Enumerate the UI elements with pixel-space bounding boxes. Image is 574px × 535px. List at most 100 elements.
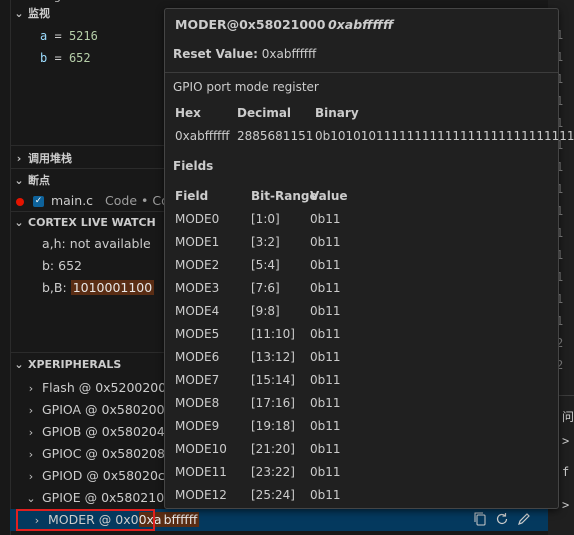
hover-range-col: Bit-Range	[251, 189, 318, 203]
section-divider	[10, 352, 165, 353]
chevron-right-icon: ›	[28, 382, 34, 395]
terminal-text: f	[562, 465, 570, 479]
hover-field-field: MODE4	[175, 304, 220, 318]
hover-field-range: [21:20]	[251, 442, 295, 456]
breakpoint-item[interactable]: ✓ main.c Code • Cor	[16, 190, 174, 212]
live-watch-item[interactable]: b,B: 1010001100	[42, 277, 155, 299]
hover-field-value: 0b11	[310, 235, 341, 249]
hover-col-decimal: Decimal	[237, 106, 292, 120]
hover-field-field: MODE2	[175, 258, 220, 272]
breakpoint-file: main.c	[50, 193, 94, 208]
watch-item-b[interactable]: b = 652	[40, 47, 91, 69]
chevron-right-icon: ›	[16, 151, 22, 165]
peripheral-item-gpioa[interactable]: › GPIOA @ 0x5802000	[24, 399, 173, 421]
live-watch-item[interactable]: a,h: not available	[42, 233, 151, 255]
hover-reset-value: Reset Value: 0xabffffff	[173, 47, 317, 61]
hover-field-value: 0b11	[310, 258, 341, 272]
hover-col-hex: Hex	[175, 106, 201, 120]
hover-field-field: MODE9	[175, 419, 220, 433]
chevron-right-icon: ›	[28, 448, 34, 461]
watch-item-a[interactable]: a = 5216	[40, 25, 98, 47]
annotation-highlight-box	[16, 509, 155, 531]
chevron-down-icon: ⌄	[14, 6, 24, 20]
section-divider	[10, 211, 165, 212]
edit-icon[interactable]	[516, 511, 532, 527]
live-watch-item[interactable]: b: 652	[42, 255, 82, 277]
chevron-down-icon: ⌄	[14, 173, 24, 187]
chevron-right-icon: ›	[28, 426, 34, 439]
hover-field-value: 0b11	[310, 488, 341, 502]
peripheral-item-gpioe[interactable]: ⌄ GPIOE @ 0x5802100	[24, 487, 172, 509]
hover-field-range: [19:18]	[251, 419, 295, 433]
hover-field-value: 0b11	[310, 396, 341, 410]
peripheral-item-gpioc[interactable]: › GPIOC @ 0x5802080	[24, 443, 173, 465]
hover-val-hex: 0xabffffff	[175, 129, 230, 143]
peripheral-item-flash[interactable]: › Flash @ 0x52002000	[24, 377, 174, 399]
register-hover-tooltip: MODER@0x58021000 0xabffffff Reset Value:…	[164, 8, 574, 509]
hover-field-value: 0b11	[310, 442, 341, 456]
hover-field-value: 0b11	[310, 419, 341, 433]
xperipherals-section-header[interactable]: ⌄ XPERIPHERALS	[10, 358, 121, 371]
peripheral-item-gpiob[interactable]: › GPIOB @ 0x5802040	[24, 421, 173, 443]
hover-register-name: MODER@0x58021000	[175, 17, 326, 32]
terminal-text: >	[562, 498, 570, 512]
watch-section-header[interactable]: ⌄ 监视	[10, 5, 50, 21]
activity-edge	[0, 0, 11, 535]
hover-field-range: [5:4]	[251, 258, 280, 272]
hover-field-field: MODE8	[175, 396, 220, 410]
hover-col-binary: Binary	[315, 106, 359, 120]
hover-val-decimal: 2885681151	[237, 129, 314, 143]
checkbox-icon[interactable]: ✓	[32, 196, 44, 207]
refresh-icon[interactable]	[494, 511, 510, 527]
breakpoints-title: 断点	[28, 174, 50, 187]
hover-field-field: MODE11	[175, 465, 227, 479]
chevron-down-icon: ⌄	[26, 492, 36, 505]
hover-field-value: 0b11	[310, 281, 341, 295]
hover-field-value: 0b11	[310, 304, 341, 318]
section-divider	[10, 145, 165, 146]
xperipherals-title: XPERIPHERALS	[28, 358, 122, 371]
hover-value-col: Value	[310, 189, 348, 203]
callstack-section-header[interactable]: › 调用堆栈	[10, 150, 72, 166]
terminal-text: >	[562, 434, 570, 448]
hover-separator	[165, 72, 558, 73]
hover-field-range: [7:6]	[251, 281, 280, 295]
hover-field-range: [17:16]	[251, 396, 295, 410]
hover-field-field: MODE7	[175, 373, 220, 387]
hover-field-range: [3:2]	[251, 235, 280, 249]
hover-field-value: 0b11	[310, 327, 341, 341]
hover-field-value: 0b11	[310, 350, 341, 364]
watch-title: 监视	[28, 7, 50, 20]
hover-field-range: [13:12]	[251, 350, 295, 364]
hover-field-value: 0b11	[310, 212, 341, 226]
hover-field-range: [23:22]	[251, 465, 295, 479]
hover-field-range: [1:0]	[251, 212, 280, 226]
terminal-text: 问	[562, 410, 574, 424]
hover-field-range: [11:10]	[251, 327, 295, 341]
copy-icon[interactable]	[472, 511, 488, 527]
hover-val-binary: 0b10101011111111111111111111111111	[315, 129, 574, 143]
breakpoint-dot-icon	[16, 197, 24, 206]
hover-description: GPIO port mode register	[173, 80, 319, 94]
row-actions	[472, 511, 532, 527]
live-watch-section-header[interactable]: ⌄ CORTEX LIVE WATCH	[10, 216, 156, 229]
hover-field-range: [15:14]	[251, 373, 295, 387]
hover-field-field: MODE5	[175, 327, 220, 341]
hover-field-value: 0b11	[310, 373, 341, 387]
hover-field-field: MODE0	[175, 212, 220, 226]
hover-field-value: 0b11	[310, 465, 341, 479]
peripheral-item-gpiod[interactable]: › GPIOD @ 0x58020c0	[24, 465, 173, 487]
hover-field-range: [25:24]	[251, 488, 295, 502]
section-divider	[10, 168, 165, 169]
chevron-right-icon: ›	[28, 470, 34, 483]
hover-register-value: 0xabffffff	[328, 17, 394, 32]
live-watch-title: CORTEX LIVE WATCH	[28, 216, 156, 229]
highlighted-value: 1010001100	[70, 280, 155, 295]
hover-field-field: MODE10	[175, 442, 227, 456]
hover-field-field: MODE6	[175, 350, 220, 364]
hover-field-col: Field	[175, 189, 209, 203]
chevron-right-icon: ›	[28, 404, 34, 417]
chevron-down-icon: ⌄	[14, 216, 24, 229]
hover-field-field: MODE12	[175, 488, 227, 502]
breakpoints-section-header[interactable]: ⌄ 断点	[10, 172, 50, 188]
